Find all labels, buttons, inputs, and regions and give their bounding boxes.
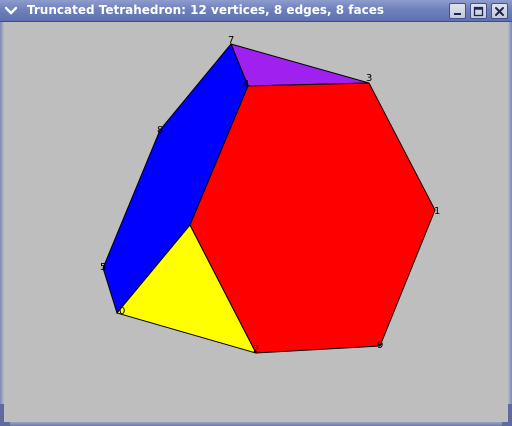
maximize-button[interactable] [470,3,487,19]
title-bar[interactable]: Truncated Tetrahedron: 12 vertices, 8 ed… [0,0,512,22]
window-frame-right [508,22,512,426]
app-window: Truncated Tetrahedron: 12 vertices, 8 ed… [0,0,512,426]
chevron-down-icon[interactable] [3,3,19,18]
vertex-label-1: 1 [434,206,440,217]
maximize-icon [473,6,484,16]
vertex-label-7: 7 [228,35,234,46]
polyhedron-drawing: 7 3 4 8 1 5 0 2 9 [100,35,440,355]
vertex-label-5: 5 [100,262,106,273]
minimize-button[interactable] [449,3,466,19]
close-button[interactable] [491,3,508,19]
minimize-icon [454,12,461,15]
vertex-label-2: 2 [253,344,259,355]
purple-face [230,43,370,87]
vertex-label-3: 3 [366,73,372,84]
vertex-label-9: 9 [377,340,383,351]
vertex-label-4: 4 [243,79,249,90]
vertex-label-0: 0 [119,306,125,317]
window-title: Truncated Tetrahedron: 12 vertices, 8 ed… [27,3,384,17]
close-icon [495,6,504,16]
drawing-canvas: 7 3 4 8 1 5 0 2 9 [4,22,508,422]
vertex-label-8: 8 [157,125,163,136]
